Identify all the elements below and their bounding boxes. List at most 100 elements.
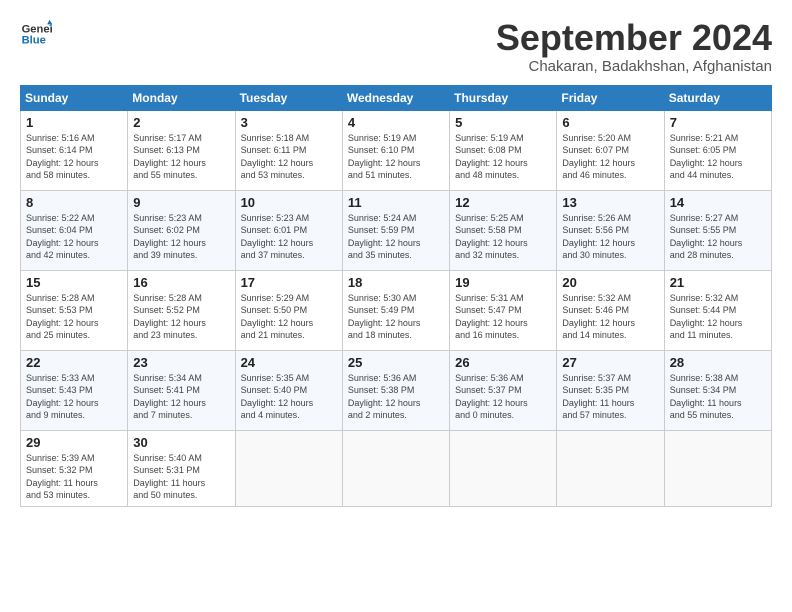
day-number: 23 bbox=[133, 355, 229, 370]
day-number: 29 bbox=[26, 435, 122, 450]
calendar-cell: 7 Sunrise: 5:21 AM Sunset: 6:05 PM Daylig… bbox=[664, 110, 771, 190]
calendar-cell: 10Sunrise: 5:23 AM Sunset: 6:01 PM Dayli… bbox=[235, 190, 342, 270]
day-info: Sunrise: 5:30 AM Sunset: 5:49 PM Dayligh… bbox=[348, 292, 444, 342]
day-number: 21 bbox=[670, 275, 766, 290]
day-info: Sunrise: 5:19 AM Sunset: 6:08 PM Dayligh… bbox=[455, 132, 551, 182]
calendar-table: Sunday Monday Tuesday Wednesday Thursday… bbox=[20, 85, 772, 507]
day-info: Sunrise: 5:36 AM Sunset: 5:38 PM Dayligh… bbox=[348, 372, 444, 422]
calendar-cell: 8 Sunrise: 5:22 AM Sunset: 6:04 PM Daylig… bbox=[21, 190, 128, 270]
day-info: Sunrise: 5:28 AM Sunset: 5:52 PM Dayligh… bbox=[133, 292, 229, 342]
calendar-week-4: 22 Sunrise: 5:33 AM Sunset: 5:43 PM Dayli… bbox=[21, 350, 772, 430]
day-number: 5 bbox=[455, 115, 551, 130]
day-number: 9 bbox=[133, 195, 229, 210]
col-saturday: Saturday bbox=[664, 85, 771, 110]
calendar-cell: 19 Sunrise: 5:31 AM Sunset: 5:47 PM Dayli… bbox=[450, 270, 557, 350]
day-info: Sunrise: 5:22 AM Sunset: 6:04 PM Dayligh… bbox=[26, 212, 122, 262]
day-number: 1 bbox=[26, 115, 122, 130]
calendar-cell: 23 Sunrise: 5:34 AM Sunset: 5:41 PM Dayli… bbox=[128, 350, 235, 430]
day-number: 22 bbox=[26, 355, 122, 370]
day-number: 6 bbox=[562, 115, 658, 130]
calendar-week-3: 15Sunrise: 5:28 AM Sunset: 5:53 PM Dayli… bbox=[21, 270, 772, 350]
day-number: 28 bbox=[670, 355, 766, 370]
calendar-cell: 12Sunrise: 5:25 AM Sunset: 5:58 PM Dayli… bbox=[450, 190, 557, 270]
day-number: 30 bbox=[133, 435, 229, 450]
calendar-cell bbox=[342, 430, 449, 506]
calendar-week-2: 8 Sunrise: 5:22 AM Sunset: 6:04 PM Daylig… bbox=[21, 190, 772, 270]
calendar-cell: 4Sunrise: 5:19 AM Sunset: 6:10 PM Daylig… bbox=[342, 110, 449, 190]
day-info: Sunrise: 5:34 AM Sunset: 5:41 PM Dayligh… bbox=[133, 372, 229, 422]
month-title: September 2024 bbox=[496, 18, 772, 58]
title-area: September 2024 Chakaran, Badakhshan, Afg… bbox=[496, 18, 772, 75]
calendar-cell: 17 Sunrise: 5:29 AM Sunset: 5:50 PM Dayli… bbox=[235, 270, 342, 350]
day-info: Sunrise: 5:17 AM Sunset: 6:13 PM Dayligh… bbox=[133, 132, 229, 182]
day-number: 17 bbox=[241, 275, 337, 290]
col-sunday: Sunday bbox=[21, 85, 128, 110]
calendar-cell: 24 Sunrise: 5:35 AM Sunset: 5:40 PM Dayli… bbox=[235, 350, 342, 430]
calendar-body: 1 Sunrise: 5:16 AM Sunset: 6:14 PM Daylig… bbox=[21, 110, 772, 506]
col-wednesday: Wednesday bbox=[342, 85, 449, 110]
calendar-cell: 6 Sunrise: 5:20 AM Sunset: 6:07 PM Daylig… bbox=[557, 110, 664, 190]
day-info: Sunrise: 5:33 AM Sunset: 5:43 PM Dayligh… bbox=[26, 372, 122, 422]
day-info: Sunrise: 5:39 AM Sunset: 5:32 PM Dayligh… bbox=[26, 452, 122, 502]
calendar-week-1: 1 Sunrise: 5:16 AM Sunset: 6:14 PM Daylig… bbox=[21, 110, 772, 190]
col-thursday: Thursday bbox=[450, 85, 557, 110]
calendar-week-5: 29 Sunrise: 5:39 AM Sunset: 5:32 PM Dayli… bbox=[21, 430, 772, 506]
day-info: Sunrise: 5:31 AM Sunset: 5:47 PM Dayligh… bbox=[455, 292, 551, 342]
calendar-cell: 26Sunrise: 5:36 AM Sunset: 5:37 PM Dayli… bbox=[450, 350, 557, 430]
day-info: Sunrise: 5:27 AM Sunset: 5:55 PM Dayligh… bbox=[670, 212, 766, 262]
day-number: 16 bbox=[133, 275, 229, 290]
calendar-cell: 20Sunrise: 5:32 AM Sunset: 5:46 PM Dayli… bbox=[557, 270, 664, 350]
calendar-cell: 15Sunrise: 5:28 AM Sunset: 5:53 PM Dayli… bbox=[21, 270, 128, 350]
day-number: 11 bbox=[348, 195, 444, 210]
day-info: Sunrise: 5:24 AM Sunset: 5:59 PM Dayligh… bbox=[348, 212, 444, 262]
calendar-cell: 16 Sunrise: 5:28 AM Sunset: 5:52 PM Dayli… bbox=[128, 270, 235, 350]
calendar-cell: 5 Sunrise: 5:19 AM Sunset: 6:08 PM Daylig… bbox=[450, 110, 557, 190]
calendar-cell: 29 Sunrise: 5:39 AM Sunset: 5:32 PM Dayli… bbox=[21, 430, 128, 506]
calendar-cell: 2Sunrise: 5:17 AM Sunset: 6:13 PM Daylig… bbox=[128, 110, 235, 190]
calendar-cell bbox=[235, 430, 342, 506]
day-number: 14 bbox=[670, 195, 766, 210]
day-number: 13 bbox=[562, 195, 658, 210]
calendar-cell: 25 Sunrise: 5:36 AM Sunset: 5:38 PM Dayli… bbox=[342, 350, 449, 430]
day-info: Sunrise: 5:23 AM Sunset: 6:02 PM Dayligh… bbox=[133, 212, 229, 262]
day-info: Sunrise: 5:28 AM Sunset: 5:53 PM Dayligh… bbox=[26, 292, 122, 342]
day-number: 10 bbox=[241, 195, 337, 210]
day-info: Sunrise: 5:37 AM Sunset: 5:35 PM Dayligh… bbox=[562, 372, 658, 422]
calendar-cell: 18 Sunrise: 5:30 AM Sunset: 5:49 PM Dayli… bbox=[342, 270, 449, 350]
day-info: Sunrise: 5:35 AM Sunset: 5:40 PM Dayligh… bbox=[241, 372, 337, 422]
calendar-cell: 11 Sunrise: 5:24 AM Sunset: 5:59 PM Dayli… bbox=[342, 190, 449, 270]
day-number: 3 bbox=[241, 115, 337, 130]
calendar-cell: 3 Sunrise: 5:18 AM Sunset: 6:11 PM Daylig… bbox=[235, 110, 342, 190]
day-number: 19 bbox=[455, 275, 551, 290]
col-monday: Monday bbox=[128, 85, 235, 110]
day-number: 8 bbox=[26, 195, 122, 210]
col-tuesday: Tuesday bbox=[235, 85, 342, 110]
calendar-cell bbox=[664, 430, 771, 506]
page: General Blue September 2024 Chakaran, Ba… bbox=[0, 0, 792, 612]
svg-text:General: General bbox=[22, 23, 52, 35]
day-info: Sunrise: 5:20 AM Sunset: 6:07 PM Dayligh… bbox=[562, 132, 658, 182]
day-info: Sunrise: 5:16 AM Sunset: 6:14 PM Dayligh… bbox=[26, 132, 122, 182]
calendar-cell: 9 Sunrise: 5:23 AM Sunset: 6:02 PM Daylig… bbox=[128, 190, 235, 270]
day-info: Sunrise: 5:32 AM Sunset: 5:46 PM Dayligh… bbox=[562, 292, 658, 342]
header-row: Sunday Monday Tuesday Wednesday Thursday… bbox=[21, 85, 772, 110]
calendar-cell: 1 Sunrise: 5:16 AM Sunset: 6:14 PM Daylig… bbox=[21, 110, 128, 190]
location-subtitle: Chakaran, Badakhshan, Afghanistan bbox=[496, 58, 772, 75]
calendar-cell: 21 Sunrise: 5:32 AM Sunset: 5:44 PM Dayli… bbox=[664, 270, 771, 350]
day-info: Sunrise: 5:19 AM Sunset: 6:10 PM Dayligh… bbox=[348, 132, 444, 182]
day-info: Sunrise: 5:40 AM Sunset: 5:31 PM Dayligh… bbox=[133, 452, 229, 502]
day-number: 24 bbox=[241, 355, 337, 370]
calendar-header: Sunday Monday Tuesday Wednesday Thursday… bbox=[21, 85, 772, 110]
calendar-cell bbox=[557, 430, 664, 506]
day-number: 25 bbox=[348, 355, 444, 370]
day-info: Sunrise: 5:32 AM Sunset: 5:44 PM Dayligh… bbox=[670, 292, 766, 342]
calendar-cell: 27 Sunrise: 5:37 AM Sunset: 5:35 PM Dayli… bbox=[557, 350, 664, 430]
day-info: Sunrise: 5:18 AM Sunset: 6:11 PM Dayligh… bbox=[241, 132, 337, 182]
day-number: 27 bbox=[562, 355, 658, 370]
calendar-cell: 28Sunrise: 5:38 AM Sunset: 5:34 PM Dayli… bbox=[664, 350, 771, 430]
day-number: 18 bbox=[348, 275, 444, 290]
calendar-cell bbox=[450, 430, 557, 506]
day-info: Sunrise: 5:29 AM Sunset: 5:50 PM Dayligh… bbox=[241, 292, 337, 342]
day-info: Sunrise: 5:21 AM Sunset: 6:05 PM Dayligh… bbox=[670, 132, 766, 182]
day-number: 7 bbox=[670, 115, 766, 130]
